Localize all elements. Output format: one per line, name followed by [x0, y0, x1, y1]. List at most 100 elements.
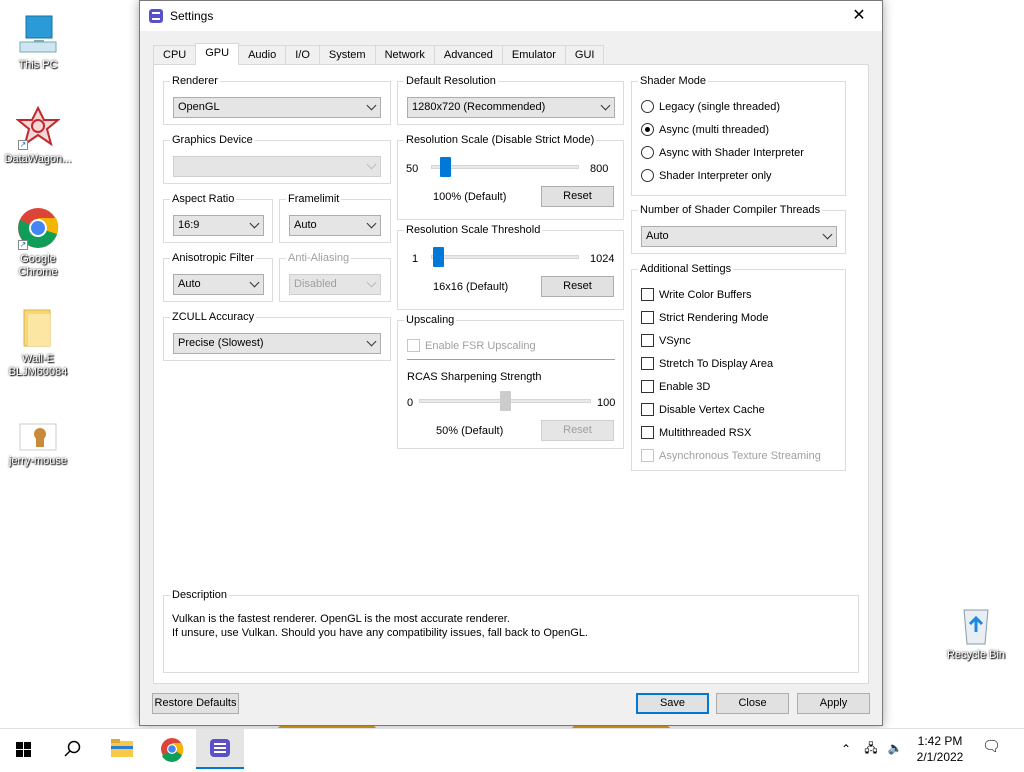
- start-button[interactable]: [0, 729, 48, 769]
- resolution-scale-slider-thumb[interactable]: [440, 157, 452, 177]
- chevron-down-icon: [366, 336, 377, 347]
- resolution-threshold-value: 16x16 (Default): [433, 281, 509, 293]
- enable-fsr-label: Enable FSR Upscaling: [425, 340, 536, 352]
- resolution-threshold-reset-button[interactable]: Reset: [541, 276, 614, 297]
- rcas-max: 100: [597, 397, 616, 409]
- chevron-down-icon: [249, 218, 260, 229]
- anisotropic-filter-dropdown[interactable]: Auto: [173, 274, 264, 295]
- chevron-up-icon[interactable]: ⌃: [838, 741, 854, 757]
- stretch-display-checkbox[interactable]: [641, 357, 654, 370]
- strict-rendering-checkbox[interactable]: [641, 311, 654, 324]
- aspect-ratio-group: Aspect Ratio 16:9: [163, 193, 273, 243]
- search-button[interactable]: [48, 729, 96, 769]
- framelimit-dropdown[interactable]: Auto: [289, 215, 381, 236]
- anti-aliasing-dropdown[interactable]: Disabled: [289, 274, 381, 295]
- clock-time[interactable]: 1:42 PM: [912, 733, 968, 749]
- desktop-icon-recycle-bin[interactable]: Recycle Bin: [938, 602, 1014, 662]
- title-bar[interactable]: Settings ✕: [140, 1, 882, 31]
- additional-option-label: Multithreaded RSX: [659, 427, 752, 439]
- shader-mode-legacy-radio[interactable]: [641, 100, 654, 113]
- tab-network[interactable]: Network: [374, 45, 435, 65]
- desktop-icon-datawagon[interactable]: ↗ DataWagon...: [0, 105, 76, 166]
- tab-gpu[interactable]: GPU: [195, 43, 240, 65]
- desktop-icon-label: Wall-E BLJM60084: [8, 353, 68, 378]
- shader-threads-dropdown[interactable]: Auto: [641, 226, 837, 247]
- desktop-icon-label: DataWagon...: [4, 153, 72, 165]
- async-texture-streaming-checkbox[interactable]: [641, 449, 654, 462]
- save-button[interactable]: Save: [636, 693, 709, 714]
- default-resolution-dropdown[interactable]: 1280x720 (Recommended): [407, 97, 615, 118]
- tab-io[interactable]: I/O: [285, 45, 320, 65]
- desktop-icon-this-pc[interactable]: This PC: [0, 12, 76, 72]
- additional-option-label: VSync: [659, 335, 691, 347]
- restore-defaults-button[interactable]: Restore Defaults: [152, 693, 239, 714]
- tab-advanced[interactable]: Advanced: [433, 45, 503, 65]
- chevron-down-icon: [249, 277, 260, 288]
- rcas-reset-button[interactable]: Reset: [541, 420, 614, 441]
- write-color-buffers-checkbox[interactable]: [641, 288, 654, 301]
- additional-option-label: Disable Vertex Cache: [659, 404, 765, 416]
- zcull-accuracy-value: Precise (Slowest): [178, 337, 264, 349]
- zcull-accuracy-dropdown[interactable]: Precise (Slowest): [173, 333, 381, 354]
- enable-fsr-checkbox[interactable]: [407, 339, 420, 352]
- desktop-icon-chrome[interactable]: ↗ Google Chrome: [0, 206, 76, 279]
- tab-cpu[interactable]: CPU: [153, 45, 197, 65]
- recycle-bin-icon: [954, 602, 998, 646]
- close-window-button[interactable]: ✕: [836, 1, 882, 31]
- renderer-dropdown[interactable]: OpenGL: [173, 97, 381, 118]
- shader-threads-label: Number of Shader Compiler Threads: [638, 204, 823, 217]
- taskbar-rpcs3[interactable]: [196, 729, 244, 769]
- taskbar: ⌃ 🖧 🔈 1:42 PM 2/1/2022 🗨: [0, 728, 1024, 769]
- shader-mode-option-label: Async with Shader Interpreter: [659, 147, 804, 159]
- anti-aliasing-value: Disabled: [294, 278, 337, 290]
- rcas-slider-thumb[interactable]: [499, 391, 511, 411]
- shader-mode-async-radio[interactable]: [641, 123, 654, 136]
- close-button[interactable]: Close: [716, 693, 789, 714]
- resolution-threshold-label: Resolution Scale Threshold: [404, 224, 543, 237]
- resolution-scale-max: 800: [590, 163, 609, 175]
- shader-mode-async-interpreter-radio[interactable]: [641, 146, 654, 159]
- chrome-icon: [161, 738, 184, 762]
- resolution-scale-label: Resolution Scale (Disable Strict Mode): [404, 134, 597, 147]
- desktop-icon-jerry-mouse[interactable]: jerry-mouse: [0, 420, 76, 468]
- renderer-label: Renderer: [170, 75, 220, 88]
- upscaling-group: Upscaling Enable FSR Upscaling RCAS Shar…: [397, 314, 624, 449]
- tab-emulator[interactable]: Emulator: [501, 45, 566, 65]
- image-file-icon: [16, 420, 60, 452]
- tab-audio[interactable]: Audio: [238, 45, 287, 65]
- resolution-threshold-slider-track[interactable]: [431, 255, 579, 259]
- taskbar-chrome[interactable]: [148, 729, 196, 769]
- notification-icon[interactable]: 🗨: [982, 739, 1001, 755]
- taskbar-file-explorer[interactable]: [98, 729, 146, 769]
- volume-muted-icon[interactable]: 🔈: [886, 740, 904, 756]
- shader-mode-interpreter-only-radio[interactable]: [641, 169, 654, 182]
- resolution-threshold-slider-thumb[interactable]: [433, 247, 445, 267]
- shortcut-arrow-icon: ↗: [18, 140, 28, 150]
- chevron-down-icon: [366, 100, 377, 111]
- anisotropic-filter-label: Anisotropic Filter: [170, 252, 256, 265]
- disable-vertex-cache-checkbox[interactable]: [641, 403, 654, 416]
- resolution-scale-value: 100% (Default): [433, 191, 507, 203]
- description-group: Description Vulkan is the fastest render…: [163, 589, 859, 673]
- tab-gui[interactable]: GUI: [564, 45, 605, 65]
- rpcs3-app-icon: [149, 9, 163, 23]
- clock-date[interactable]: 2/1/2022: [912, 749, 968, 765]
- apply-button[interactable]: Apply: [797, 693, 870, 714]
- zcull-accuracy-group: ZCULL Accuracy Precise (Slowest): [163, 311, 391, 361]
- enable-3d-checkbox[interactable]: [641, 380, 654, 393]
- divider: [407, 359, 615, 360]
- aspect-ratio-dropdown[interactable]: 16:9: [173, 215, 264, 236]
- default-resolution-label: Default Resolution: [404, 75, 498, 88]
- network-icon[interactable]: 🖧: [862, 740, 880, 756]
- resolution-scale-slider-track[interactable]: [431, 165, 579, 169]
- resolution-scale-reset-button[interactable]: Reset: [541, 186, 614, 207]
- search-icon: [64, 740, 81, 757]
- multithreaded-rsx-checkbox[interactable]: [641, 426, 654, 439]
- tab-system[interactable]: System: [318, 45, 376, 65]
- vsync-checkbox[interactable]: [641, 334, 654, 347]
- chevron-down-icon: [366, 159, 377, 170]
- resolution-scale-group: Resolution Scale (Disable Strict Mode) 5…: [397, 134, 624, 220]
- shader-threads-value: Auto: [646, 230, 669, 242]
- graphics-device-dropdown[interactable]: [173, 156, 381, 177]
- desktop-icon-walle[interactable]: Wall-E BLJM60084: [0, 306, 76, 379]
